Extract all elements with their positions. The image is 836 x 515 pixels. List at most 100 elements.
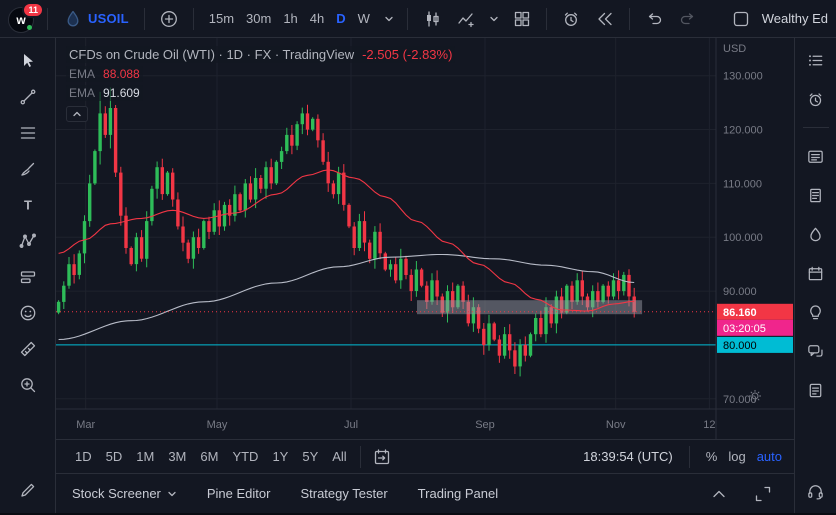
- forecast-icon: [18, 267, 38, 287]
- indicators-button[interactable]: [451, 5, 481, 33]
- broker-logo[interactable]: w 11: [8, 4, 38, 34]
- indicators-icon: [456, 9, 476, 29]
- log-scale-button[interactable]: log: [728, 449, 745, 464]
- ideas-button[interactable]: [801, 298, 831, 326]
- range-toolbar-right: 18:39:54 (UTC) % log auto: [583, 446, 782, 468]
- indicators-menu-button[interactable]: [485, 5, 503, 33]
- hotlists-flame-icon: [806, 225, 825, 244]
- alert-button[interactable]: [556, 5, 586, 33]
- clock[interactable]: 18:39:54 (UTC): [583, 449, 673, 464]
- tab-stock-screener[interactable]: Stock Screener: [72, 486, 177, 501]
- interval-menu-button[interactable]: [380, 5, 398, 33]
- cursor-tool-button[interactable]: [12, 46, 44, 76]
- interval-button[interactable]: D: [330, 7, 351, 30]
- save-layout-button[interactable]: [726, 5, 756, 33]
- interval-button[interactable]: 30m: [240, 7, 277, 30]
- layout-grid-button[interactable]: [507, 5, 537, 33]
- emoji-tool-button[interactable]: [12, 298, 44, 328]
- range-button[interactable]: 6M: [193, 446, 225, 467]
- tab-trading-panel[interactable]: Trading Panel: [418, 486, 498, 501]
- edit-drawings-button[interactable]: [12, 475, 44, 505]
- chart-style-button[interactable]: [417, 5, 447, 33]
- price-change: -2.505 (-2.83%): [362, 47, 452, 62]
- calendar-button[interactable]: [801, 259, 831, 287]
- data-window-button[interactable]: [801, 181, 831, 209]
- separator: [407, 8, 408, 30]
- interval-button[interactable]: W: [352, 7, 376, 30]
- range-button[interactable]: 1Y: [265, 446, 295, 467]
- interval-button[interactable]: 1h: [277, 7, 303, 30]
- notification-badge: 11: [22, 2, 44, 18]
- alerts-button[interactable]: [801, 85, 831, 113]
- chat-icon: [806, 342, 825, 361]
- tab-strategy-tester[interactable]: Strategy Tester: [300, 486, 387, 501]
- undo-button[interactable]: [639, 5, 669, 33]
- separator: [360, 446, 361, 468]
- tab-trading-panel-label: Trading Panel: [418, 486, 498, 501]
- y-axis-label: 100.000: [723, 232, 763, 244]
- hotlists-button[interactable]: [801, 220, 831, 248]
- percent-scale-button[interactable]: %: [706, 449, 718, 464]
- range-button[interactable]: 5Y: [295, 446, 325, 467]
- auto-scale-button[interactable]: auto: [757, 449, 782, 464]
- interval-button[interactable]: 4h: [304, 7, 330, 30]
- watchlist-button[interactable]: [801, 46, 831, 74]
- separator: [803, 127, 829, 128]
- cursor-icon: [18, 51, 38, 71]
- text-tool-button[interactable]: T: [12, 190, 44, 220]
- go-to-date-button[interactable]: [367, 443, 397, 471]
- top-toolbar: w 11 USOIL 15m30m1h4hDW: [0, 0, 836, 38]
- symbol-button[interactable]: USOIL: [57, 6, 135, 32]
- ema-slow-value: 91.609: [103, 86, 140, 100]
- help-button[interactable]: [801, 477, 831, 505]
- xabcd-pattern-tool-button[interactable]: [12, 226, 44, 256]
- ema-slow-legend-row[interactable]: EMA 91.609: [66, 85, 143, 101]
- brush-tool-button[interactable]: [12, 154, 44, 184]
- fib-retracement-tool-button[interactable]: [12, 118, 44, 148]
- go-to-date-icon: [372, 447, 392, 467]
- range-button[interactable]: 1D: [68, 446, 99, 467]
- redo-button[interactable]: [673, 5, 703, 33]
- main-area: T: [0, 38, 836, 513]
- range-button[interactable]: 3M: [161, 446, 193, 467]
- alert-clock-icon: [561, 9, 581, 29]
- x-axis-label: 12: [703, 419, 715, 431]
- xabcd-pattern-icon: [18, 231, 38, 251]
- news-button[interactable]: [801, 142, 831, 170]
- zoom-in-icon: [18, 375, 38, 395]
- compare-add-button[interactable]: [154, 5, 184, 33]
- plus-circle-icon: [159, 9, 179, 29]
- ema-fast-legend-row[interactable]: EMA 88.088: [66, 66, 143, 82]
- interval-button[interactable]: 15m: [203, 7, 240, 30]
- tab-pine-editor[interactable]: Pine Editor: [207, 486, 271, 501]
- y-axis-label: 130.000: [723, 71, 763, 83]
- currency-label: USD: [723, 43, 746, 55]
- notes-button[interactable]: [801, 376, 831, 404]
- range-button[interactable]: 5D: [99, 446, 130, 467]
- zoom-in-tool-button[interactable]: [12, 370, 44, 400]
- range-button[interactable]: 1M: [129, 446, 161, 467]
- bar-replay-button[interactable]: [590, 5, 620, 33]
- range-button[interactable]: YTD: [225, 446, 265, 467]
- symbol-legend-row: CFDs on Crude Oil (WTI) · 1D · FX · Trad…: [66, 46, 455, 63]
- y-axis-label: 90.000: [723, 286, 757, 298]
- notes-icon: [806, 381, 825, 400]
- text-tool-icon: T: [18, 195, 38, 215]
- panel-collapse-button[interactable]: [704, 480, 734, 508]
- drawing-toolbar: T: [0, 38, 56, 513]
- legend-collapse-button[interactable]: [66, 106, 88, 122]
- layout-name[interactable]: Wealthy Ed: [762, 11, 828, 26]
- measure-tool-button[interactable]: [12, 334, 44, 364]
- forecast-tool-button[interactable]: [12, 262, 44, 292]
- chat-button[interactable]: [801, 337, 831, 365]
- trend-line-tool-button[interactable]: [12, 82, 44, 112]
- bottom-panel-tabs: Stock Screener Pine Editor Strategy Test…: [56, 473, 794, 513]
- svg-text:T: T: [24, 198, 32, 213]
- save-layout-icon: [731, 9, 751, 29]
- symbol-title[interactable]: CFDs on Crude Oil (WTI) · 1D · FX · Trad…: [69, 47, 354, 62]
- calendar-icon: [806, 264, 825, 283]
- panel-expand-button[interactable]: [748, 480, 778, 508]
- range-button[interactable]: All: [325, 446, 353, 467]
- undo-icon: [644, 9, 664, 29]
- separator: [193, 8, 194, 30]
